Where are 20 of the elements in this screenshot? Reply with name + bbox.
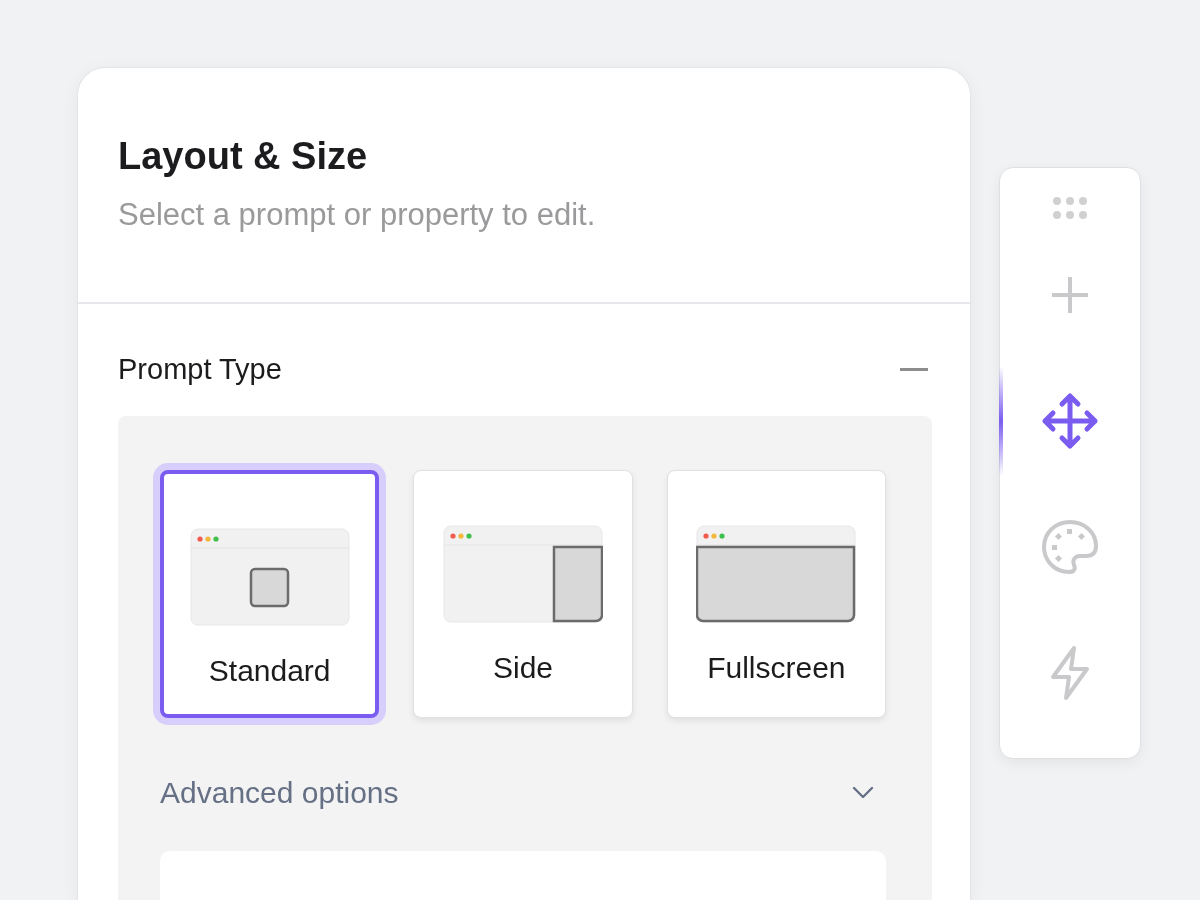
panel-title: Layout & Size [118, 136, 369, 178]
panel-subtitle: Select a prompt or property to edit. [118, 195, 597, 234]
drag-handle-icon[interactable] [1052, 196, 1088, 220]
move-icon [1041, 392, 1099, 450]
chevron-icon [852, 785, 874, 799]
advanced-options-toggle[interactable]: Advanced options [160, 769, 886, 815]
section-title: Prompt Type [118, 352, 282, 388]
plus-icon [1050, 275, 1090, 315]
palette-icon [1041, 519, 1099, 575]
option-label: Side [493, 649, 554, 686]
prompt-type-option[interactable]: Fullscreen [666, 469, 886, 718]
window-layout-icon [189, 527, 350, 626]
advanced-options-label: Advanced options [160, 774, 399, 811]
minus-icon [900, 368, 928, 373]
option-label: Fullscreen [707, 649, 846, 686]
lightning-icon [1049, 645, 1091, 701]
window-layout-icon [443, 524, 603, 623]
window-layout-icon [696, 524, 857, 623]
prompt-type-option[interactable]: Side [413, 469, 633, 718]
option-label: Standard [208, 652, 331, 689]
